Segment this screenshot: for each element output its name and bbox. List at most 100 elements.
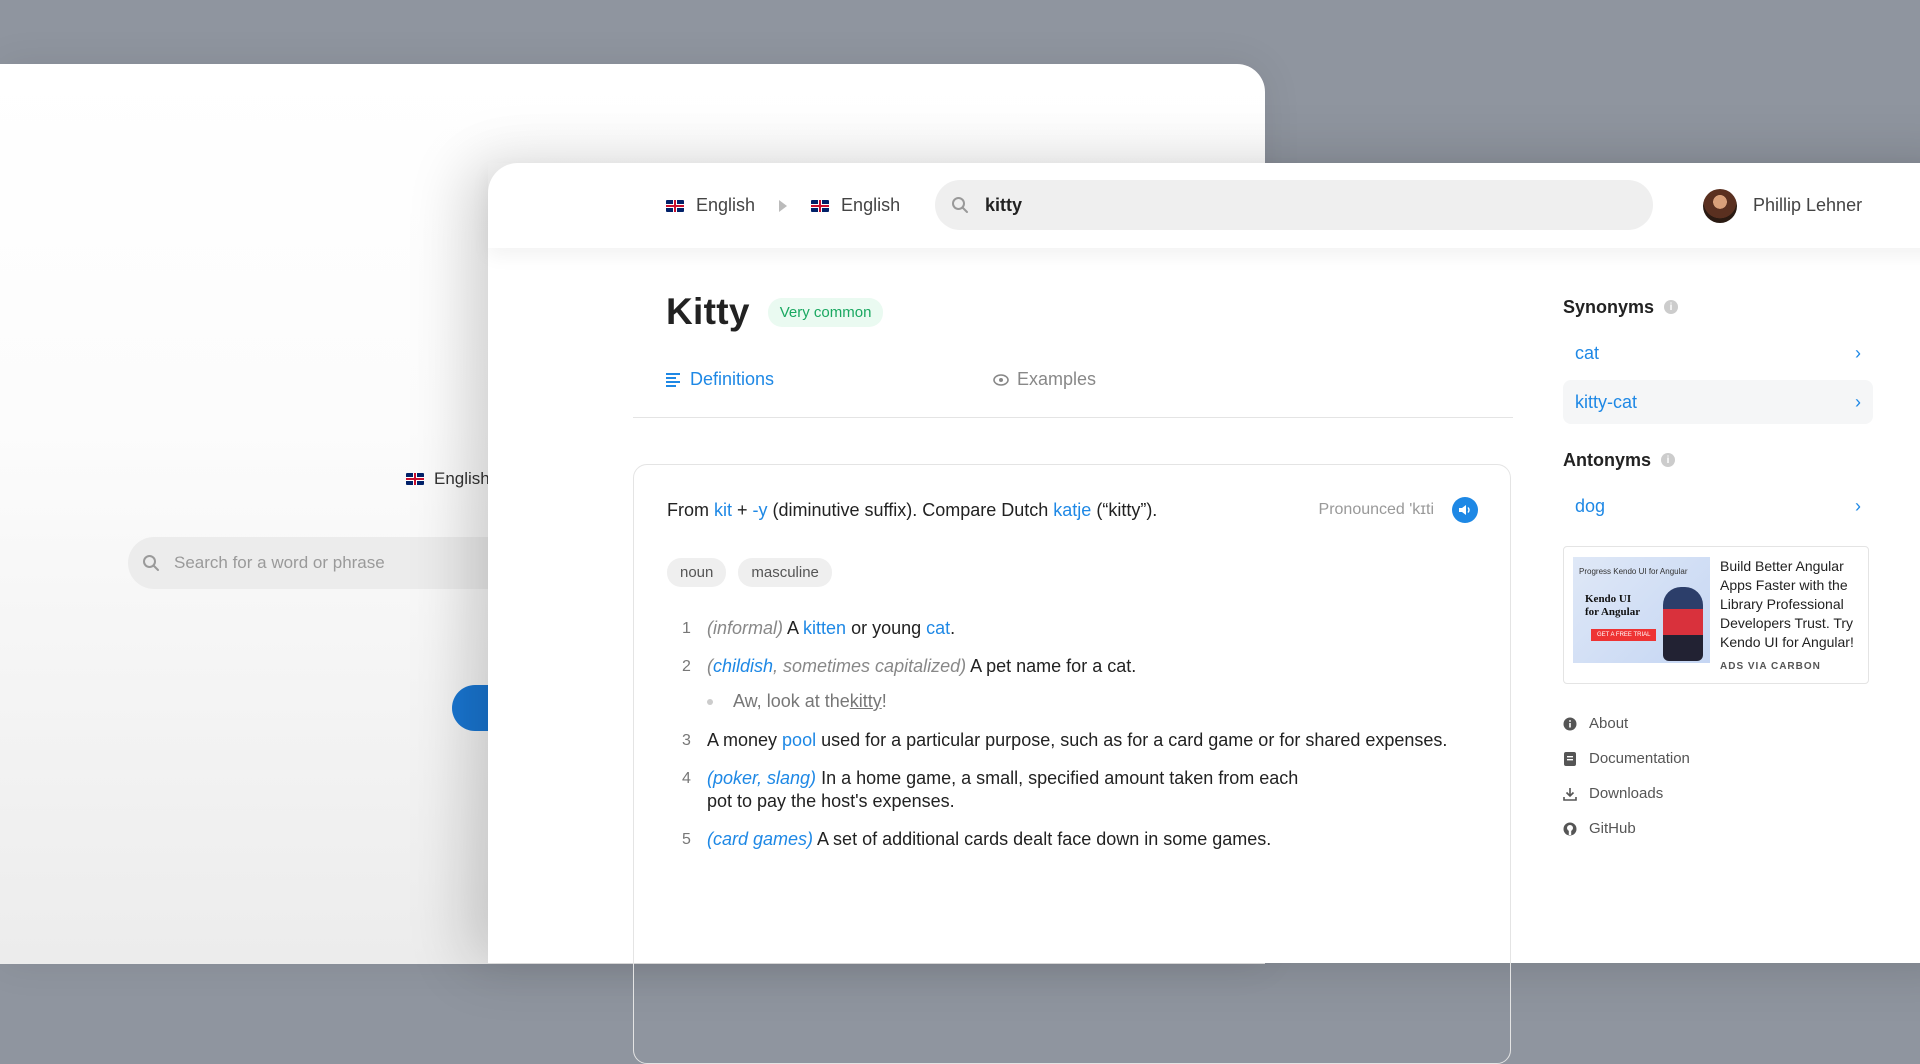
text: In a home game, a small, specified amoun… <box>816 768 1299 788</box>
definition-number: 5 <box>682 831 691 848</box>
text: Aw, look at the <box>733 691 850 711</box>
info-icon <box>1563 717 1577 731</box>
back-language-label: English <box>434 469 490 488</box>
definition-number: 3 <box>682 732 691 749</box>
tab-label: Examples <box>1017 369 1097 389</box>
definition-text: (informal) A kitten or young cat. <box>707 617 955 640</box>
frequency-badge: Very common <box>767 297 884 327</box>
search-icon <box>952 197 968 213</box>
synonym-label: cat <box>1575 342 1600 363</box>
dictionary-window: English English Phillip Lehner Kitty Ver… <box>488 163 1920 1064</box>
text: A <box>783 618 804 638</box>
link-github[interactable]: GitHub <box>1563 811 1873 846</box>
definition-card: From kit + -y (diminutive suffix). Compa… <box>633 464 1511 1064</box>
info-icon[interactable]: i <box>1661 453 1676 467</box>
tab-examples[interactable]: Examples <box>993 369 1096 390</box>
definition-item: 5 (card games) A set of additional cards… <box>667 828 1487 851</box>
antonyms-title: Antonyms <box>1563 449 1652 470</box>
synonym-item[interactable]: kitty-cat › <box>1563 380 1873 424</box>
top-bar: English English Phillip Lehner <box>488 163 1920 248</box>
definition-qualifier: (childish, sometimes capitalized) <box>707 656 967 676</box>
uk-flag-icon <box>406 473 424 485</box>
footer-links: About Documentation Downloads GitHub <box>1563 706 1873 846</box>
tab-definitions[interactable]: Definitions <box>666 369 774 390</box>
definition-text: (childish, sometimes capitalized) A pet … <box>707 655 1136 678</box>
definition-item: 3 A money pool used for a particular pur… <box>667 729 1487 752</box>
play-audio-button[interactable] <box>1452 497 1478 523</box>
search-icon <box>143 555 159 571</box>
chevron-right-icon: › <box>1855 495 1861 516</box>
user-name: Phillip Lehner <box>1753 195 1863 215</box>
etymology-text: From <box>667 500 714 520</box>
definition-qualifier[interactable]: (card games) <box>707 829 813 849</box>
back-language-selector[interactable]: English <box>406 469 490 489</box>
pronunciation-text: Pronounced 'kɪti <box>1318 501 1434 518</box>
text: pot to pay the host's expenses. <box>707 791 955 811</box>
link-about[interactable]: About <box>1563 706 1873 741</box>
ninja-illustration <box>1663 587 1703 661</box>
bullet-icon <box>707 698 713 705</box>
link-pool[interactable]: pool <box>782 730 816 750</box>
link-cat[interactable]: cat <box>926 618 950 638</box>
text: A set of additional cards dealt face dow… <box>813 829 1272 849</box>
sidebar: Synonyms i cat › kitty-cat › Antonyms i … <box>1563 293 1873 846</box>
definition-number: 2 <box>682 658 691 675</box>
speaker-icon <box>1459 505 1470 515</box>
example-word[interactable]: kitty <box>850 691 882 712</box>
ad-via[interactable]: ADS VIA CARBON <box>1720 661 1821 672</box>
eye-icon <box>993 373 1009 386</box>
etymology-text: (“kitty”). <box>1091 500 1158 520</box>
etymology-text: (diminutive suffix). Compare Dutch <box>767 500 1054 520</box>
etymology-link-suffix[interactable]: -y <box>753 500 768 520</box>
definition-qualifier[interactable]: (poker, slang) <box>707 768 816 788</box>
text: . <box>950 618 956 638</box>
info-icon[interactable]: i <box>1664 300 1679 314</box>
link-label: About <box>1589 715 1629 732</box>
example-sentence: Aw, look at the kitty! <box>707 691 1487 712</box>
ad-cta: GET A FREE TRIAL <box>1591 629 1657 641</box>
definition-qualifier: (informal) <box>707 618 784 638</box>
search-box <box>935 180 1653 230</box>
source-language-label: English <box>696 195 756 215</box>
definition-number: 1 <box>682 620 691 637</box>
target-language[interactable]: English <box>811 195 900 216</box>
ad-text[interactable]: Build Better Angular Apps Faster with th… <box>1720 557 1860 652</box>
link-documentation[interactable]: Documentation <box>1563 741 1873 776</box>
text: used for a particular purpose, such as f… <box>816 730 1448 750</box>
definition-item: 4 (poker, slang) In a home game, a small… <box>667 767 1487 813</box>
link-kitten[interactable]: kitten <box>803 618 846 638</box>
etymology-link-katje[interactable]: katje <box>1053 500 1091 520</box>
ad-image[interactable]: Progress Kendo UI for Angular Kendo UI f… <box>1573 557 1710 663</box>
definition-list: 1 (informal) A kitten or young cat. 2 (c… <box>667 617 1487 866</box>
carbon-ad[interactable]: Progress Kendo UI for Angular Kendo UI f… <box>1563 546 1869 684</box>
github-icon <box>1563 822 1577 836</box>
uk-flag-icon <box>666 199 684 212</box>
back-search-placeholder: Search for a word or phrase <box>174 553 385 572</box>
ad-logo: Progress Kendo UI for Angular <box>1579 567 1688 576</box>
link-label: Documentation <box>1589 750 1690 767</box>
link-childish[interactable]: childish <box>713 656 773 676</box>
etymology-link-kit[interactable]: kit <box>714 500 732 520</box>
tab-label: Definitions <box>690 369 775 389</box>
ad-headline: Kendo UI for Angular <box>1585 593 1641 618</box>
language-selector: English English <box>666 163 900 248</box>
arrow-right-icon <box>779 199 788 212</box>
definition-item: 1 (informal) A kitten or young cat. <box>667 617 1487 640</box>
search-input[interactable] <box>983 193 1587 217</box>
link-downloads[interactable]: Downloads <box>1563 776 1873 811</box>
antonym-item[interactable]: dog › <box>1563 484 1873 528</box>
tab-bar: Definitions Examples <box>633 369 1513 418</box>
link-label: Downloads <box>1589 785 1664 802</box>
synonym-item[interactable]: cat › <box>1563 331 1873 375</box>
etymology-text: + <box>732 500 753 520</box>
tag-gender: masculine <box>738 558 832 587</box>
source-language[interactable]: English <box>666 195 755 216</box>
text: A money <box>707 730 783 750</box>
pronunciation: Pronounced 'kɪti <box>1319 497 1478 523</box>
text: or young <box>846 618 927 638</box>
uk-flag-icon <box>811 199 830 212</box>
list-icon <box>666 372 680 387</box>
definition-text: A money pool used for a particular purpo… <box>707 729 1447 752</box>
user-menu[interactable]: Phillip Lehner <box>1703 163 1862 248</box>
document-icon <box>1563 751 1577 766</box>
